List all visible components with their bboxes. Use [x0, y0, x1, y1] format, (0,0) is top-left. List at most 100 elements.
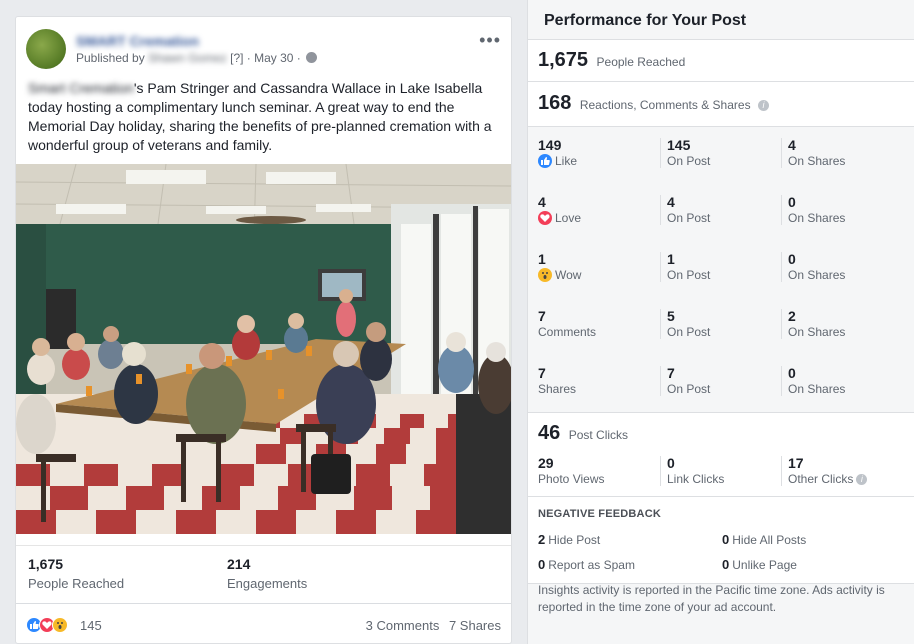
breakdown-row-comments: 7 Comments 5 On Post 2 On Shares: [528, 298, 914, 355]
shares-on-shares-value: 0: [788, 365, 796, 381]
post-card: SMART Cremation Published by Shawn Gomez…: [15, 16, 512, 644]
post-reach-value: 1,675: [28, 556, 64, 572]
hide-all-stat: 0 Hide All Posts: [722, 532, 806, 547]
breakdown-wow-on-shares: 0 On Shares: [781, 252, 845, 282]
like-on-post-value: 145: [667, 137, 691, 153]
post-photo[interactable]: [16, 164, 511, 534]
breakdown-row-shares: 7 Shares 7 On Post 0 On Shares: [528, 355, 914, 412]
post-clicks-section: 46 Post Clicks 29 Photo Views 0 Link Cli…: [528, 413, 914, 497]
comments-on-post-value: 5: [667, 308, 675, 324]
comments-link[interactable]: 3 Comments: [366, 618, 440, 633]
spam-stat: 0 Report as Spam: [538, 557, 635, 572]
post-message: Smart Cremation's Pam Stringer and Cassa…: [28, 79, 500, 155]
reactions-bar: 145 3 Comments 7 Shares: [16, 603, 511, 643]
like-total-value: 149: [538, 137, 562, 153]
on-post-label: On Post: [667, 211, 711, 225]
on-post-label: On Post: [667, 154, 711, 168]
post-engagements-value: 214: [227, 556, 251, 572]
published-by-line: Published by Shawn Gomez [?] · May 30 ·: [76, 51, 318, 65]
post-metric-engagements[interactable]: 214 Engagements: [227, 556, 307, 591]
breakdown-comments-on-post: 5 On Post: [660, 309, 710, 339]
info-icon[interactable]: i: [758, 100, 770, 111]
breakdown-wow-total: 1 Wow: [538, 252, 581, 282]
post-metric-reach[interactable]: 1,675 People Reached: [28, 556, 124, 591]
reactions-count[interactable]: 145: [80, 618, 102, 633]
shares-on-post-value: 7: [667, 365, 675, 381]
breakdown-shares-total: 7 Shares: [538, 366, 576, 396]
hide-post-stat: 2 Hide Post: [538, 532, 600, 547]
wow-on-post-value: 1: [667, 251, 675, 267]
breakdown-row-wow: 1 Wow 1 On Post 0 On Shares: [528, 241, 914, 298]
rcs-label: Reactions, Comments & Shares: [579, 98, 751, 112]
breakdown-like-total: 149 Like: [538, 138, 577, 168]
shares-link[interactable]: 7 Shares: [449, 618, 501, 633]
love-total-value: 4: [538, 194, 546, 210]
page-name-link[interactable]: SMART Cremation: [76, 33, 199, 49]
globe-icon: [306, 52, 318, 63]
link-clicks-label: Link Clicks: [667, 472, 725, 486]
breakdown-love-on-post: 4 On Post: [660, 195, 710, 225]
more-horizontal-icon[interactable]: •••: [479, 31, 501, 49]
breakdown-shares-on-shares: 0 On Shares: [781, 366, 845, 396]
photo-views: 29 Photo Views: [538, 456, 605, 486]
comments-on-shares-value: 2: [788, 308, 796, 324]
shares-label: Shares: [538, 382, 577, 396]
insights-title: Performance for Your Post: [528, 0, 914, 40]
on-post-label: On Post: [667, 325, 711, 339]
spam-label: Report as Spam: [548, 558, 635, 572]
breakdown-row-like: 149 Like 145 On Post 4 On Shares: [528, 127, 914, 184]
on-post-label: On Post: [667, 382, 711, 396]
on-post-label: On Post: [667, 268, 711, 282]
hide-post-label: Hide Post: [548, 533, 601, 547]
breakdown-comments-total: 7 Comments: [538, 309, 596, 339]
wow-icon: [52, 617, 68, 633]
reach-value: 1,675: [538, 49, 589, 71]
wow-icon: [538, 268, 552, 282]
spam-value: 0: [538, 557, 546, 572]
other-clicks-value: 17: [788, 455, 804, 471]
post-metrics: 1,675 People Reached 214 Engagements: [16, 545, 511, 597]
photo-views-label: Photo Views: [538, 472, 605, 486]
other-clicks: 17 Other Clicks i: [781, 455, 868, 486]
insights-panel: Performance for Your Post 1,675 People R…: [527, 0, 914, 644]
published-date[interactable]: [?] · May 30 ·: [230, 51, 301, 65]
on-shares-label: On Shares: [788, 325, 846, 339]
post-clicks-total: 46 Post Clicks: [538, 422, 628, 445]
shares-total-value: 7: [538, 365, 546, 381]
post-engagements-label: Engagements: [227, 576, 308, 591]
on-shares-label: On Shares: [788, 154, 846, 168]
breakdown-comments-on-shares: 2 On Shares: [781, 309, 845, 339]
like-on-shares-value: 4: [788, 137, 796, 153]
page-avatar[interactable]: [26, 29, 66, 69]
hide-all-value: 0: [722, 532, 730, 547]
like-label: Like: [555, 154, 578, 168]
love-icon: [538, 211, 552, 225]
post-clicks-breakdown: 29 Photo Views 0 Link Clicks 17 Other Cl…: [528, 456, 914, 490]
link-clicks-value: 0: [667, 455, 675, 471]
timezone-footnote: Insights activity is reported in the Pac…: [538, 583, 885, 614]
post-page-mention[interactable]: Smart Cremation: [28, 80, 134, 96]
post-reach-label: People Reached: [28, 576, 125, 591]
publisher-name[interactable]: Shawn Gomez: [148, 51, 227, 65]
love-label: Love: [555, 211, 582, 225]
wow-on-shares-value: 0: [788, 251, 796, 267]
unlike-stat: 0 Unlike Page: [722, 557, 797, 572]
insights-reactions-comments-shares: 168 Reactions, Comments & Shares i: [528, 82, 914, 127]
breakdown-wow-on-post: 1 On Post: [660, 252, 710, 282]
on-shares-label: On Shares: [788, 211, 846, 225]
negative-feedback-section: NEGATIVE FEEDBACK 2 Hide Post 0 Hide All P…: [528, 497, 914, 584]
rcs-value: 168: [538, 92, 572, 114]
wow-label: Wow: [555, 268, 582, 282]
post-header: SMART Cremation Published by Shawn Gomez…: [26, 29, 501, 73]
post-clicks-label: Post Clicks: [568, 428, 629, 442]
on-shares-label: On Shares: [788, 382, 846, 396]
comments-total-value: 7: [538, 308, 546, 324]
breakdown-shares-on-post: 7 On Post: [660, 366, 710, 396]
post-clicks-value: 46: [538, 422, 561, 444]
negative-feedback-title: NEGATIVE FEEDBACK: [538, 508, 661, 520]
info-icon[interactable]: i: [856, 474, 868, 485]
breakdown-like-on-post: 145 On Post: [660, 138, 710, 168]
unlike-value: 0: [722, 557, 730, 572]
on-shares-label: On Shares: [788, 268, 846, 282]
hide-post-value: 2: [538, 532, 546, 547]
